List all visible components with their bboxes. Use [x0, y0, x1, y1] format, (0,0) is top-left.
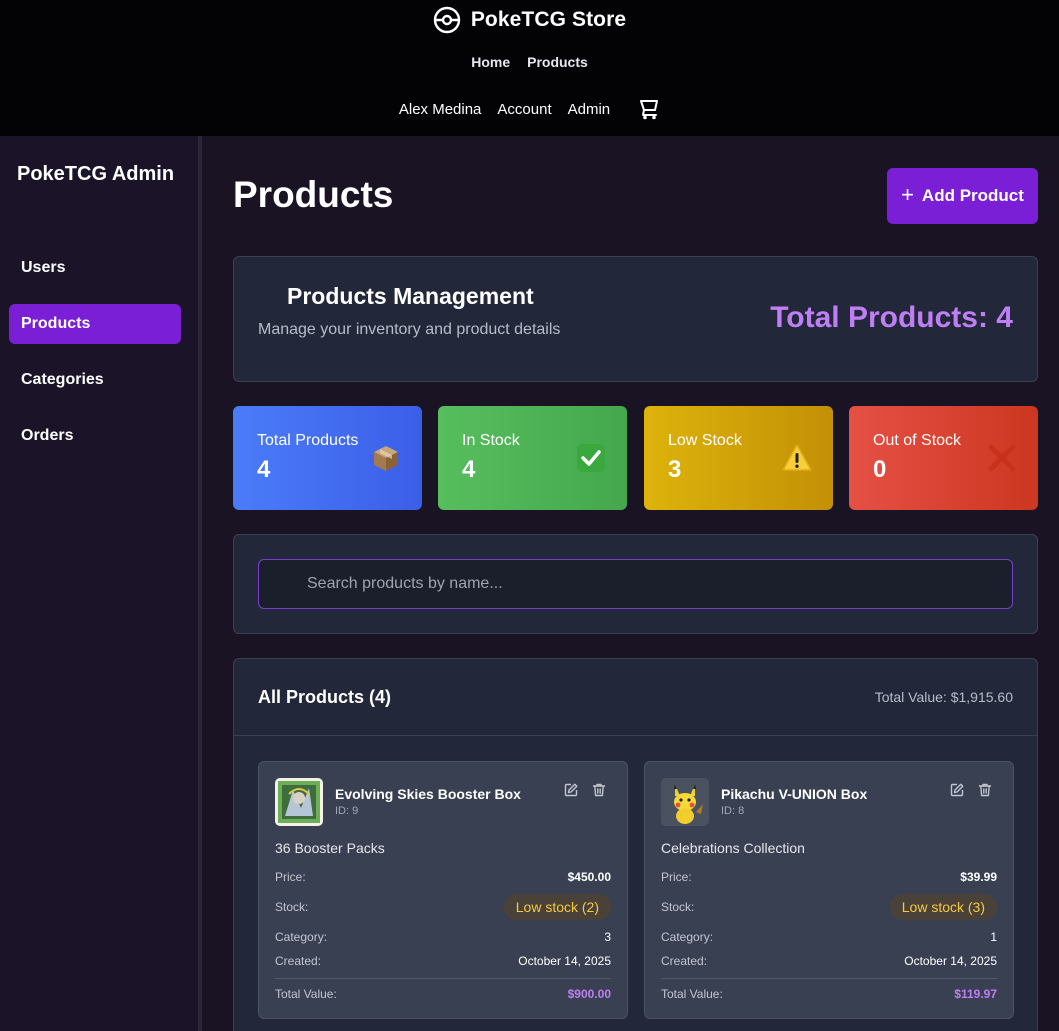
search-panel — [233, 534, 1038, 634]
total-products-count: Total Products: 4 — [770, 301, 1013, 334]
trash-icon[interactable] — [977, 782, 993, 798]
product-id: ID: 9 — [335, 805, 359, 817]
primary-nav: Home Products — [0, 54, 1059, 70]
add-product-button[interactable]: + Add Product — [887, 168, 1038, 224]
search-input[interactable] — [258, 559, 1013, 609]
card-divider — [661, 978, 997, 979]
price-row: Price: $450.00 — [275, 870, 611, 884]
main-content: Products + Add Product Products Manageme… — [202, 136, 1059, 1031]
card-actions — [949, 782, 993, 798]
product-description: 36 Booster Packs — [275, 840, 385, 856]
nav-home-link[interactable]: Home — [471, 54, 510, 70]
created-value: October 14, 2025 — [904, 954, 997, 968]
management-panel: Products Management Manage your inventor… — [233, 256, 1038, 382]
sidebar-item-categories[interactable]: Categories — [9, 360, 181, 400]
product-list-panel: All Products (4) Total Value: $1,915.60 … — [233, 658, 1038, 1031]
product-name: Evolving Skies Booster Box — [335, 786, 521, 802]
total-value-row: Total Value: $900.00 — [275, 987, 611, 1001]
cross-icon — [986, 442, 1018, 474]
stock-label: Stock: — [661, 900, 695, 914]
stock-row: Stock: Low stock (3) — [661, 894, 997, 920]
stat-value: 3 — [668, 456, 682, 483]
admin-link[interactable]: Admin — [568, 101, 611, 118]
inventory-total-value: Total Value: $1,915.60 — [874, 689, 1013, 705]
sidebar-title: PokeTCG Admin — [17, 163, 175, 185]
product-description: Celebrations Collection — [661, 840, 805, 856]
stat-label: Total Products — [257, 432, 359, 449]
package-icon — [370, 442, 402, 474]
price-label: Price: — [661, 870, 692, 884]
add-product-label: Add Product — [921, 186, 1024, 205]
cart-icon[interactable] — [638, 98, 660, 120]
total-value: $119.97 — [954, 987, 997, 1001]
stat-label: Low Stock — [668, 432, 742, 449]
stock-badge: Low stock (2) — [503, 894, 611, 920]
product-name: Pikachu V-UNION Box — [721, 786, 868, 802]
sidebar-item-orders[interactable]: Orders — [9, 416, 181, 456]
price-row: Price: $39.99 — [661, 870, 997, 884]
plus-icon: + — [901, 182, 914, 207]
product-list-header: All Products (4) Total Value: $1,915.60 — [234, 659, 1037, 736]
stat-card-total: Total Products 4 — [233, 406, 422, 510]
nav-products-link[interactable]: Products — [527, 54, 588, 70]
created-label: Created: — [661, 954, 708, 968]
sidebar-item-products[interactable]: Products — [9, 304, 181, 344]
management-title: Products Management — [287, 283, 534, 309]
price-value: $450.00 — [567, 870, 611, 884]
trash-icon[interactable] — [591, 782, 607, 798]
created-label: Created: — [275, 954, 322, 968]
top-navbar: PokeTCG Store Home Products Alex Medina … — [0, 0, 1059, 136]
category-value: 1 — [990, 930, 997, 944]
product-id: ID: 8 — [721, 805, 745, 817]
created-value: October 14, 2025 — [518, 954, 611, 968]
edit-icon[interactable] — [563, 782, 579, 798]
product-list-title: All Products (4) — [258, 687, 392, 707]
total-value-label: Total Value: — [275, 987, 337, 1001]
category-row: Category: 1 — [661, 930, 997, 944]
page-title: Products — [233, 174, 394, 215]
edit-icon[interactable] — [949, 782, 965, 798]
stat-value: 4 — [462, 456, 476, 483]
check-icon — [575, 442, 607, 474]
brand[interactable]: PokeTCG Store — [0, 6, 1059, 34]
admin-sidebar: PokeTCG Admin Users Products Categories … — [0, 136, 198, 1031]
brand-title: PokeTCG Store — [470, 8, 627, 31]
stat-card-in-stock: In Stock 4 — [438, 406, 627, 510]
pokeball-icon — [433, 6, 461, 34]
sidebar-item-users[interactable]: Users — [9, 248, 181, 288]
warning-icon — [781, 442, 813, 474]
stat-card-out-of-stock: Out of Stock 0 — [849, 406, 1038, 510]
product-card[interactable]: Evolving Skies Booster Box ID: 9 36 Boos… — [258, 761, 628, 1019]
product-card[interactable]: Pikachu V-UNION Box ID: 8 Celebrations C… — [644, 761, 1014, 1019]
stock-label: Stock: — [275, 900, 309, 914]
price-label: Price: — [275, 870, 306, 884]
account-link[interactable]: Account — [497, 101, 551, 118]
stat-card-low-stock: Low Stock 3 — [644, 406, 833, 510]
category-row: Category: 3 — [275, 930, 611, 944]
card-divider — [275, 978, 611, 979]
created-row: Created: October 14, 2025 — [275, 954, 611, 968]
management-subtitle: Manage your inventory and product detail… — [258, 321, 561, 338]
product-thumbnail — [275, 778, 323, 826]
stock-badge: Low stock (3) — [889, 894, 997, 920]
user-nav: Alex Medina Account Admin — [0, 98, 1059, 120]
created-row: Created: October 14, 2025 — [661, 954, 997, 968]
price-value: $39.99 — [960, 870, 997, 884]
category-label: Category: — [275, 930, 328, 944]
total-value-row: Total Value: $119.97 — [661, 987, 997, 1001]
total-value-label: Total Value: — [661, 987, 723, 1001]
stat-label: In Stock — [462, 432, 520, 449]
product-thumbnail — [661, 778, 709, 826]
category-value: 3 — [604, 930, 611, 944]
stock-row: Stock: Low stock (2) — [275, 894, 611, 920]
total-value: $900.00 — [567, 987, 611, 1001]
user-name-link[interactable]: Alex Medina — [399, 101, 482, 118]
stat-label: Out of Stock — [873, 432, 962, 449]
card-actions — [563, 782, 607, 798]
stat-value: 0 — [873, 456, 887, 483]
stat-value: 4 — [257, 456, 271, 483]
category-label: Category: — [661, 930, 714, 944]
